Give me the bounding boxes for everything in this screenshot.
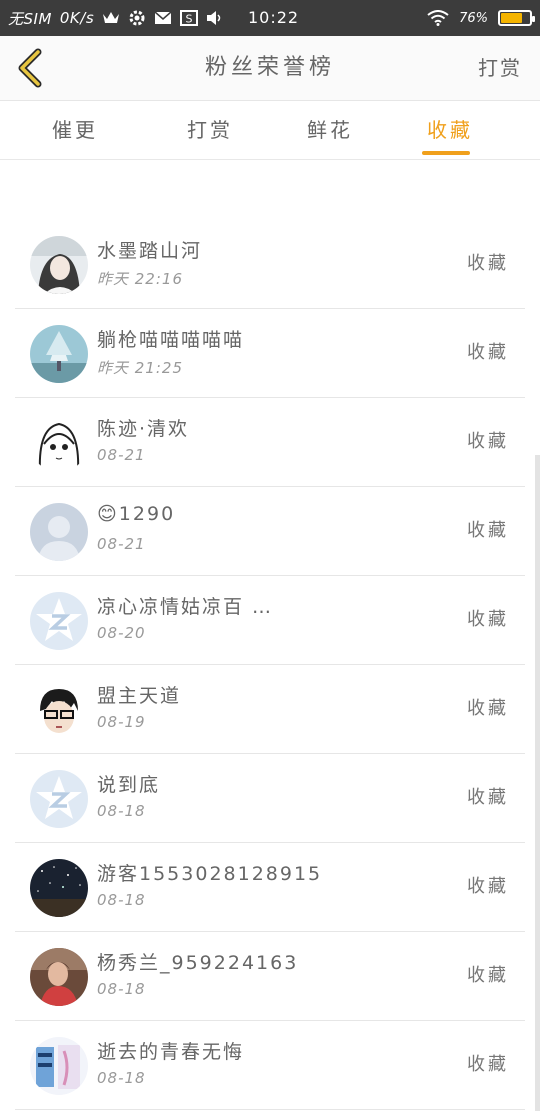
list-item[interactable]: 😊1290 08-21 收藏 (15, 487, 525, 576)
net-speed: 0K/s (59, 9, 95, 27)
fan-time: 08-18 (97, 891, 146, 909)
avatar (30, 325, 88, 383)
gear-icon (129, 10, 145, 26)
row-action-label: 收藏 (467, 253, 509, 274)
fan-time: 08-21 (97, 535, 146, 553)
tab-flowers[interactable]: 鲜花 (285, 101, 375, 159)
page-title: 粉丝荣誉榜 (204, 55, 335, 80)
avatar (30, 236, 88, 294)
avatar (30, 681, 88, 739)
row-action-label: 收藏 (467, 787, 509, 808)
avatar (30, 859, 88, 917)
avatar (30, 503, 88, 561)
status-left: 无SIM 0K/s S (8, 0, 224, 36)
battery-fill (501, 13, 523, 23)
row-action-label: 收藏 (467, 1054, 509, 1075)
mail-icon (154, 11, 172, 24)
row-action-label: 收藏 (467, 431, 509, 452)
tab-bar: 催更 打赏 鲜花 收藏 (0, 101, 540, 160)
fan-time: 08-19 (97, 713, 146, 731)
fan-time: 08-21 (97, 446, 146, 464)
list-item[interactable]: 说到底 08-18 收藏 (15, 754, 525, 843)
carrier-label: 无SIM (8, 9, 52, 28)
fan-time: 08-18 (97, 980, 146, 998)
list-item[interactable]: 逝去的青春无悔 08-18 收藏 (15, 1021, 525, 1110)
fan-name: 说到底 (97, 774, 161, 796)
fan-name: 水墨踏山河 (97, 240, 203, 262)
list-item[interactable]: 盟主天道 08-19 收藏 (15, 665, 525, 754)
fan-name: 躺枪喵喵喵喵喵 (97, 329, 245, 351)
reward-button[interactable]: 打赏 (478, 36, 522, 100)
s-app-icon: S (180, 10, 199, 26)
status-right: 76% (427, 0, 535, 36)
avatar (30, 1037, 88, 1095)
tab-favorites[interactable]: 收藏 (405, 101, 495, 159)
speaker-icon (207, 11, 221, 25)
fan-name: 陈迹·清欢 (97, 418, 190, 440)
row-action-label: 收藏 (467, 609, 509, 630)
crown-icon (103, 12, 120, 23)
tab-urge[interactable]: 催更 (30, 101, 120, 159)
battery-percent: 76% (459, 10, 488, 26)
fan-time: 08-20 (97, 624, 146, 642)
fan-time: 08-18 (97, 1069, 146, 1087)
clock: 10:22 (248, 8, 300, 27)
fan-name: 凉心凉情姑凉百 … (97, 596, 274, 618)
wifi-icon (427, 10, 449, 26)
scrollbar[interactable] (535, 455, 540, 1111)
list-item[interactable]: 杨秀兰_959224163 08-18 收藏 (15, 932, 525, 1021)
avatar (30, 770, 88, 828)
row-action-label: 收藏 (467, 342, 509, 363)
tab-reward[interactable]: 打赏 (165, 101, 255, 159)
fan-list: 水墨踏山河 昨天 22:16 收藏 躺枪喵喵喵喵喵 昨天 21:25 收藏 陈迹… (15, 220, 525, 1110)
fan-time: 昨天 22:16 (97, 270, 183, 288)
app-header: 粉丝荣誉榜 打赏 (0, 36, 540, 101)
list-item[interactable]: 躺枪喵喵喵喵喵 昨天 21:25 收藏 (15, 309, 525, 398)
fan-name: 盟主天道 (97, 685, 182, 707)
active-tab-indicator (422, 151, 470, 155)
list-item[interactable]: 陈迹·清欢 08-21 收藏 (15, 398, 525, 487)
avatar (30, 948, 88, 1006)
fan-name: 😊1290 (97, 503, 176, 525)
row-action-label: 收藏 (467, 698, 509, 719)
fan-name: 杨秀兰_959224163 (97, 952, 299, 974)
list-item[interactable]: 水墨踏山河 昨天 22:16 收藏 (15, 220, 525, 309)
list-item[interactable]: 凉心凉情姑凉百 … 08-20 收藏 (15, 576, 525, 665)
fan-time: 昨天 21:25 (97, 359, 183, 377)
svg-text:S: S (186, 13, 193, 26)
row-action-label: 收藏 (467, 965, 509, 986)
status-bar: 无SIM 0K/s S 10:22 76% (0, 0, 540, 36)
fan-name: 游客1553028128915 (97, 863, 323, 885)
fan-time: 08-18 (97, 802, 146, 820)
avatar (30, 414, 88, 472)
row-action-label: 收藏 (467, 876, 509, 897)
battery-icon (498, 10, 535, 26)
row-action-label: 收藏 (467, 520, 509, 541)
fan-name: 逝去的青春无悔 (97, 1041, 245, 1063)
list-item[interactable]: 游客1553028128915 08-18 收藏 (15, 843, 525, 932)
avatar (30, 592, 88, 650)
tab-favorites-label: 收藏 (427, 118, 473, 142)
